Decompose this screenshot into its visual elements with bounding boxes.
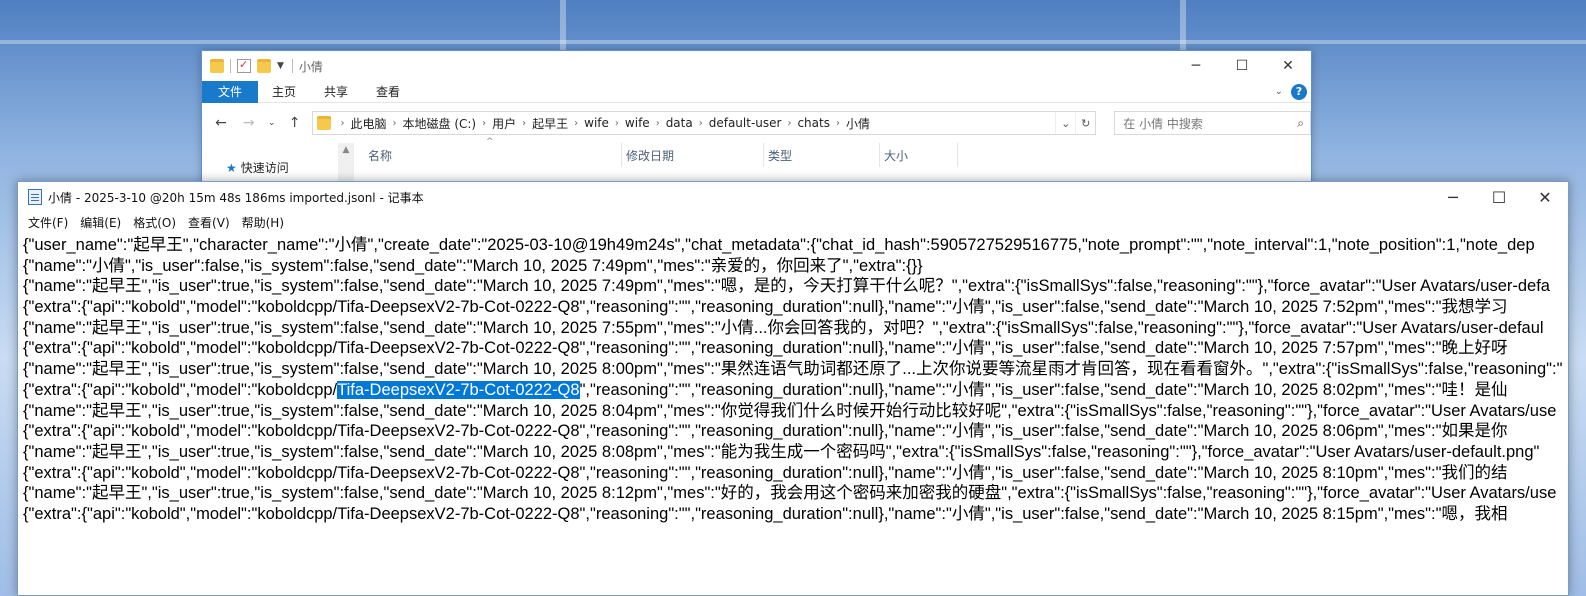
folder-icon bbox=[210, 59, 224, 73]
text-line[interactable]: {"extra":{"api":"kobold","model":"kobold… bbox=[23, 380, 1568, 401]
close-button[interactable]: ✕ bbox=[1522, 182, 1568, 212]
divider bbox=[230, 59, 231, 73]
breadcrumb-this-pc[interactable]: 此电脑 bbox=[345, 115, 393, 132]
text-line[interactable]: {"name":"起早王","is_user":true,"is_system"… bbox=[23, 442, 1568, 463]
desktop-background-stripe bbox=[560, 0, 566, 50]
text-line[interactable]: {"name":"起早王","is_user":true,"is_system"… bbox=[23, 359, 1568, 380]
address-dropdown-icon[interactable]: ⌄ bbox=[1055, 112, 1075, 134]
forward-arrow-icon[interactable]: → bbox=[238, 115, 260, 131]
menu-bar: 文件(F) 编辑(E) 格式(O) 查看(V) 帮助(H) bbox=[18, 212, 1568, 232]
breadcrumb-wife[interactable]: wife bbox=[578, 116, 615, 130]
help-icon[interactable]: ? bbox=[1291, 83, 1307, 100]
maximize-button[interactable]: ☐ bbox=[1476, 182, 1522, 212]
text-editor[interactable]: {"user_name":"起早王","character_name":"小倩"… bbox=[18, 232, 1568, 596]
search-icon: ⌕ bbox=[1297, 115, 1305, 130]
notepad-window[interactable]: 小倩 - 2025-3-10 @20h 15m 48s 186ms import… bbox=[17, 181, 1569, 596]
menu-edit[interactable]: 编辑(E) bbox=[74, 214, 127, 231]
recent-locations-icon[interactable]: ⌄ bbox=[266, 118, 278, 128]
sort-caret-icon: ^ bbox=[486, 137, 494, 147]
expand-ribbon-icon[interactable]: ⌄ bbox=[1275, 86, 1283, 97]
ribbon: 文件 主页 共享 查看 ⌄ ? bbox=[202, 80, 1311, 103]
breadcrumb-chats[interactable]: chats bbox=[791, 116, 836, 130]
maximize-button[interactable]: ☐ bbox=[1219, 51, 1265, 81]
divider bbox=[291, 59, 293, 73]
file-explorer-window[interactable]: ▼ 小倩 ─ ☐ ✕ 文件 主页 共享 查看 ⌄ ? ← → ⌄ ↑ › 此电脑… bbox=[201, 50, 1312, 190]
column-size[interactable]: 大小 bbox=[880, 143, 958, 167]
back-arrow-icon[interactable]: ← bbox=[210, 115, 232, 131]
minimize-button[interactable]: ─ bbox=[1430, 182, 1476, 212]
new-folder-icon[interactable] bbox=[257, 59, 271, 73]
breadcrumb-wife-2[interactable]: wife bbox=[619, 116, 656, 130]
minimize-button[interactable]: ─ bbox=[1173, 51, 1219, 81]
text-line[interactable]: {"extra":{"api":"kobold","model":"kobold… bbox=[23, 463, 1568, 484]
breadcrumb-default-user[interactable]: default-user bbox=[703, 116, 788, 130]
scroll-up-icon[interactable]: ▲ bbox=[338, 145, 354, 155]
window-title: 小倩 - 2025-3-10 @20h 15m 48s 186ms import… bbox=[48, 190, 424, 205]
chevron-down-icon[interactable]: ▼ bbox=[277, 61, 284, 71]
text-line[interactable]: {"name":"小倩","is_user":false,"is_system"… bbox=[23, 256, 1568, 277]
menu-help[interactable]: 帮助(H) bbox=[236, 214, 290, 231]
address-row: ← → ⌄ ↑ › 此电脑 › 本地磁盘 (C:) › 用户 › 起早王 › w… bbox=[202, 103, 1311, 143]
breadcrumb-data[interactable]: data bbox=[660, 116, 699, 130]
tab-view[interactable]: 查看 bbox=[362, 83, 414, 100]
menu-view[interactable]: 查看(V) bbox=[182, 214, 236, 231]
address-bar[interactable]: › 此电脑 › 本地磁盘 (C:) › 用户 › 起早王 › wife › wi… bbox=[311, 111, 1097, 135]
text-line[interactable]: {"extra":{"api":"kobold","model":"kobold… bbox=[23, 297, 1568, 318]
column-date-modified[interactable]: 修改日期 bbox=[622, 143, 764, 167]
text-line[interactable]: {"name":"起早王","is_user":true,"is_system"… bbox=[23, 483, 1568, 504]
star-icon: ★ bbox=[226, 161, 237, 175]
nav-quick-access[interactable]: 快速访问 bbox=[241, 161, 289, 175]
text-line[interactable]: {"name":"起早王","is_user":true,"is_system"… bbox=[23, 401, 1568, 422]
tab-share[interactable]: 共享 bbox=[310, 83, 362, 100]
menu-format[interactable]: 格式(O) bbox=[127, 214, 182, 231]
column-type[interactable]: 类型 bbox=[764, 143, 880, 167]
close-button[interactable]: ✕ bbox=[1265, 51, 1311, 81]
refresh-icon[interactable]: ↻ bbox=[1075, 112, 1095, 134]
column-headers: ^ 名称 修改日期 类型 大小 bbox=[354, 137, 1311, 167]
tab-file[interactable]: 文件 bbox=[202, 80, 258, 103]
breadcrumb-local-disk[interactable]: 本地磁盘 (C:) bbox=[397, 115, 483, 132]
up-arrow-icon[interactable]: ↑ bbox=[284, 115, 306, 131]
breadcrumb-current[interactable]: 小倩 bbox=[840, 115, 876, 132]
text-line[interactable]: {"extra":{"api":"kobold","model":"kobold… bbox=[23, 504, 1568, 525]
text-line[interactable]: {"name":"起早王","is_user":true,"is_system"… bbox=[23, 276, 1568, 297]
text-line[interactable]: {"name":"起早王","is_user":true,"is_system"… bbox=[23, 318, 1568, 339]
text-line[interactable]: {"user_name":"起早王","character_name":"小倩"… bbox=[23, 235, 1568, 256]
text-line[interactable]: {"extra":{"api":"kobold","model":"kobold… bbox=[23, 421, 1568, 442]
folder-icon bbox=[316, 116, 331, 130]
breadcrumb-users[interactable]: 用户 bbox=[486, 115, 522, 132]
notepad-titlebar[interactable]: 小倩 - 2025-3-10 @20h 15m 48s 186ms import… bbox=[18, 182, 1568, 212]
window-title: 小倩 bbox=[298, 59, 323, 74]
selected-text[interactable]: Tifa-DeepsexV2-7b-Cot-0222-Q8 bbox=[337, 380, 580, 399]
search-placeholder: 在 小倩 中搜索 bbox=[1123, 116, 1203, 131]
tab-home[interactable]: 主页 bbox=[258, 83, 310, 100]
menu-file[interactable]: 文件(F) bbox=[22, 214, 74, 231]
desktop-background-stripe bbox=[0, 40, 1586, 44]
breadcrumb-user[interactable]: 起早王 bbox=[526, 115, 574, 132]
text-line[interactable]: {"extra":{"api":"kobold","model":"kobold… bbox=[23, 338, 1568, 359]
search-input[interactable]: 在 小倩 中搜索 ⌕ bbox=[1114, 111, 1311, 135]
desktop-background-stripe bbox=[1180, 0, 1186, 50]
explorer-titlebar[interactable]: ▼ 小倩 ─ ☐ ✕ bbox=[202, 51, 1311, 81]
notepad-icon bbox=[28, 189, 42, 205]
properties-icon[interactable] bbox=[237, 58, 251, 73]
